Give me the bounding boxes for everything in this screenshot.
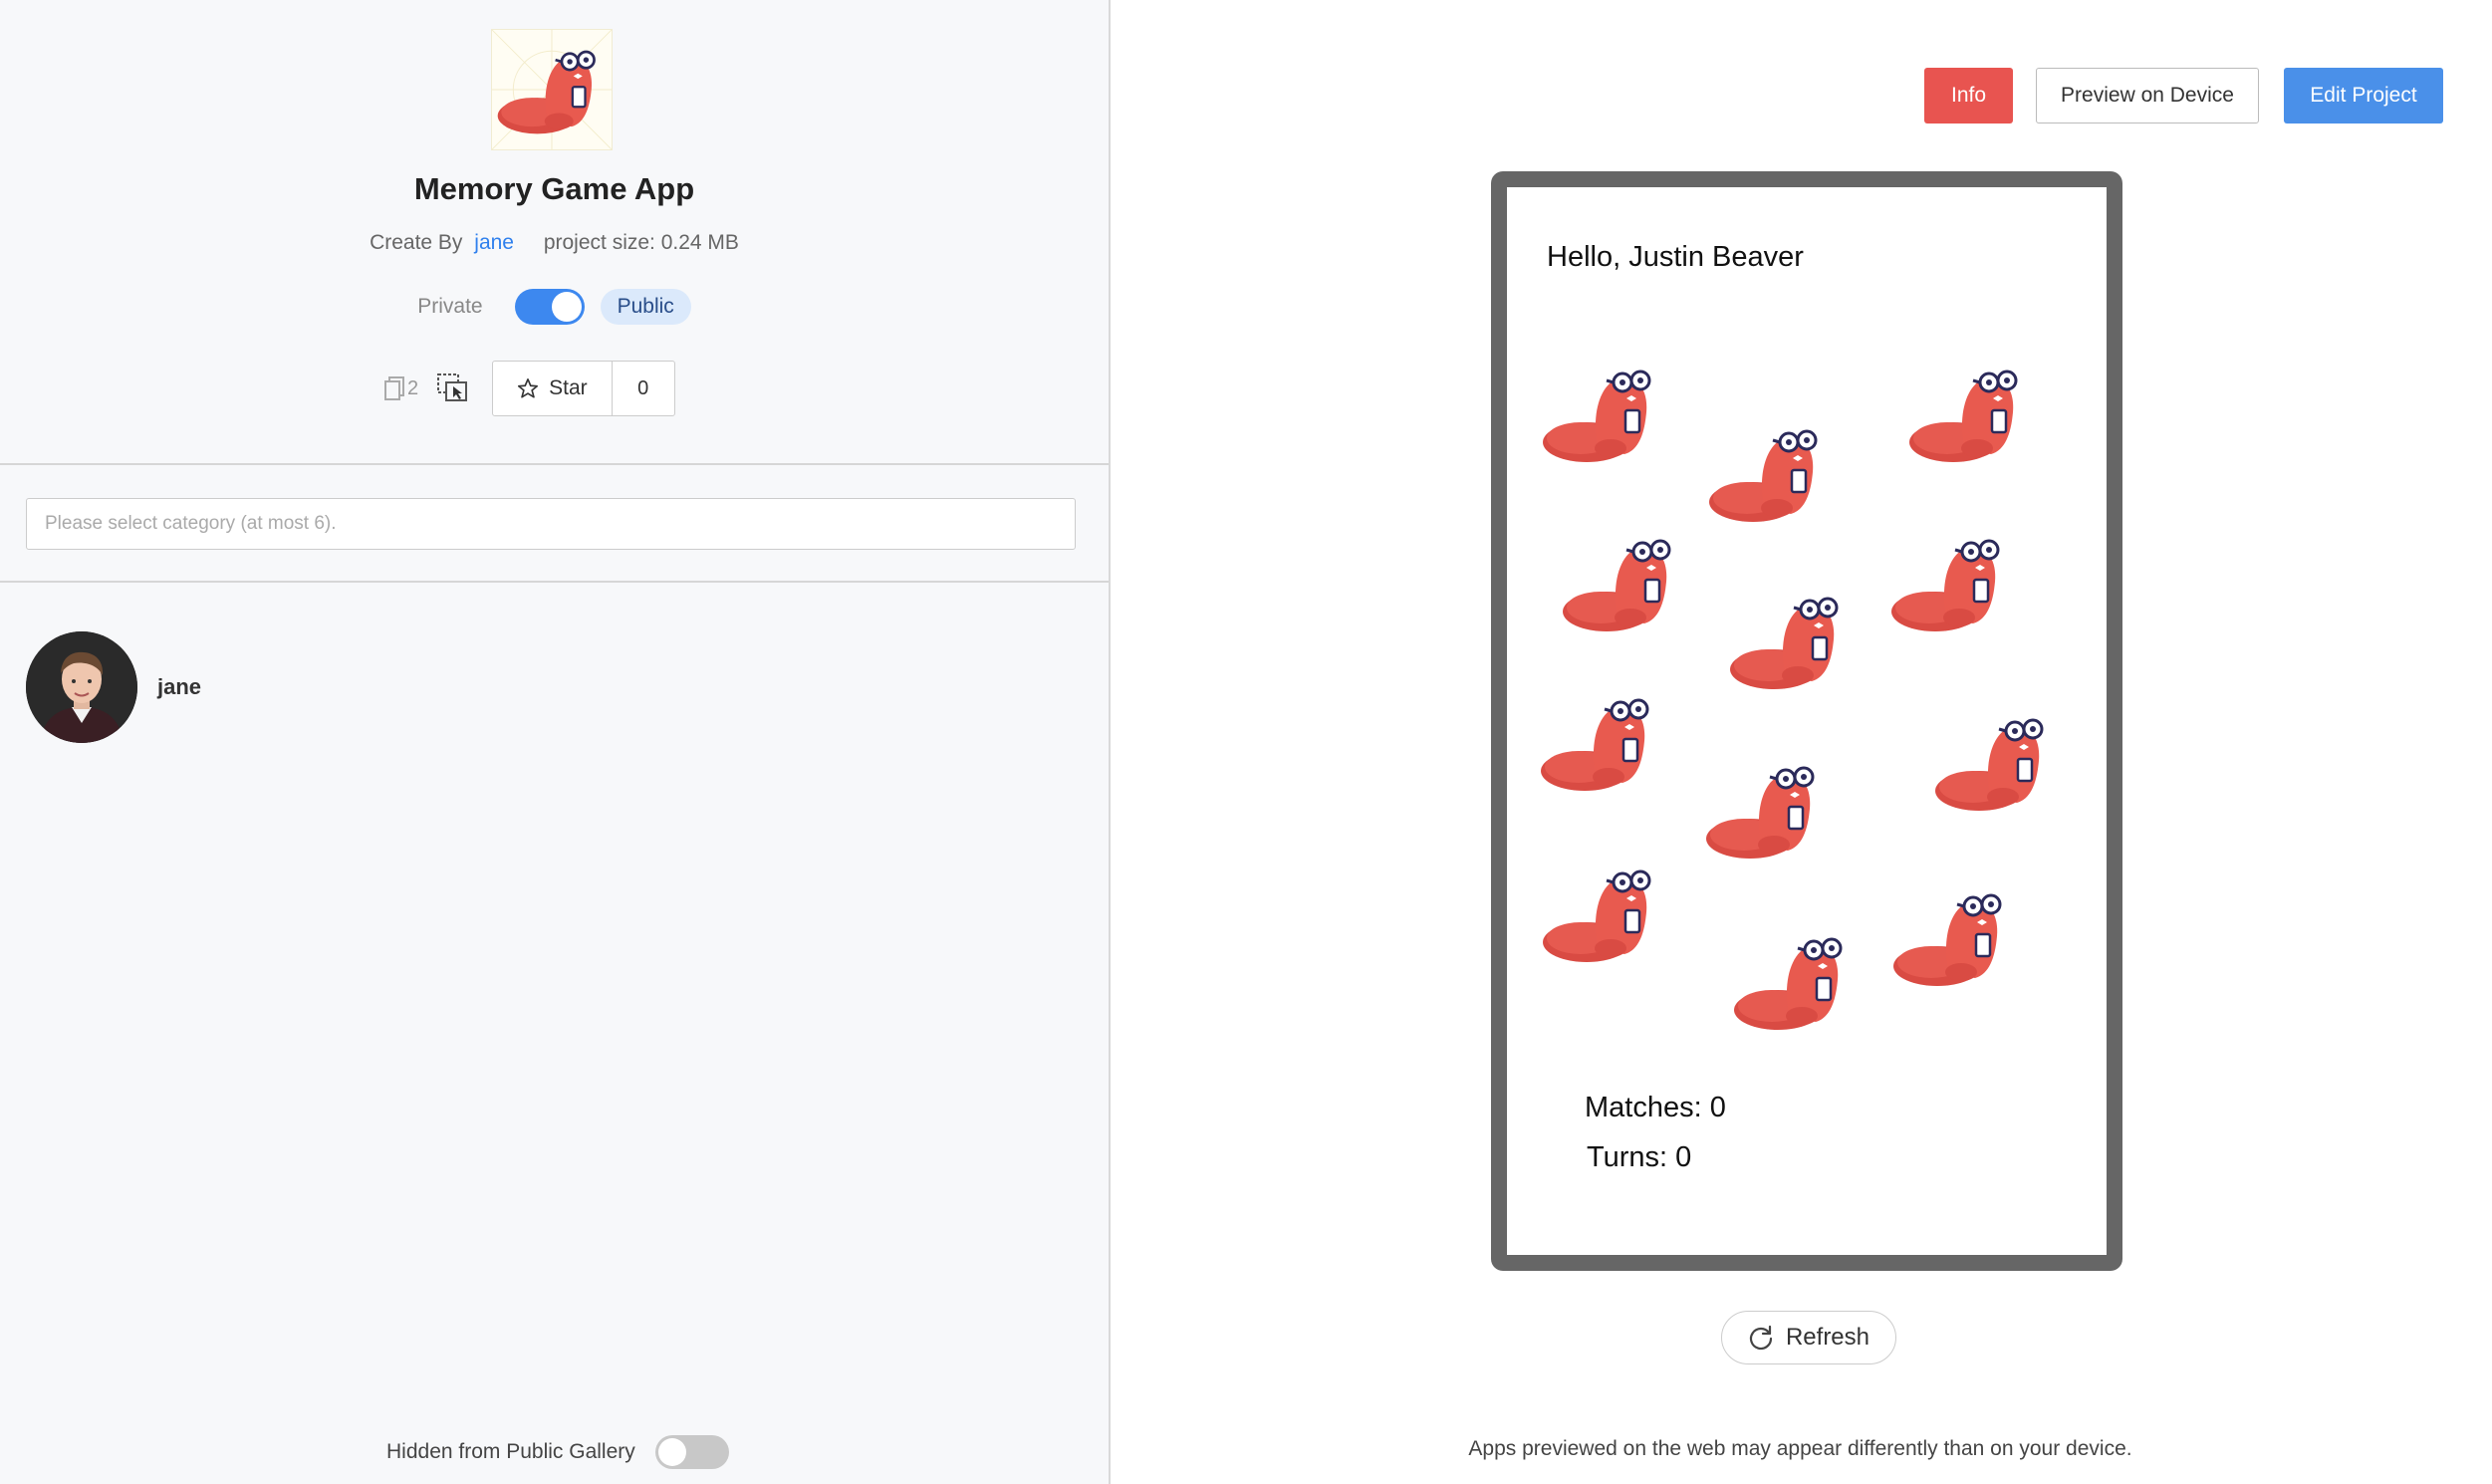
copies-counter[interactable]: 2 bbox=[383, 375, 418, 401]
beaver-icon bbox=[1907, 359, 2031, 468]
visibility-control: Private Public bbox=[0, 289, 1109, 325]
beaver-icon bbox=[1889, 528, 2013, 637]
beaver-icon bbox=[1707, 418, 1831, 528]
star-label: Star bbox=[549, 376, 588, 399]
preview-on-device-button[interactable]: Preview on Device bbox=[2036, 68, 2259, 124]
category-select-input[interactable] bbox=[26, 498, 1076, 550]
greeting-text: Hello, Justin Beaver bbox=[1547, 241, 1804, 273]
memory-card[interactable] bbox=[1907, 359, 2031, 468]
edit-project-button[interactable]: Edit Project bbox=[2284, 68, 2443, 124]
private-label: Private bbox=[417, 295, 483, 318]
beaver-icon bbox=[1704, 755, 1828, 865]
memory-card[interactable] bbox=[1732, 926, 1856, 1036]
refresh-icon bbox=[1749, 1325, 1773, 1351]
project-size: project size: 0.24 MB bbox=[543, 231, 739, 254]
toggle-knob bbox=[551, 292, 582, 322]
beaver-icon bbox=[1539, 687, 1662, 797]
project-meta: Create By jane project size: 0.24 MB bbox=[0, 231, 1109, 255]
memory-card[interactable] bbox=[1891, 882, 2015, 992]
memory-card[interactable] bbox=[1728, 586, 1852, 695]
beaver-icon bbox=[1541, 359, 1664, 468]
memory-card[interactable] bbox=[1707, 418, 1831, 528]
public-badge: Public bbox=[600, 289, 691, 325]
copies-count: 2 bbox=[407, 376, 419, 399]
remix-button[interactable] bbox=[436, 372, 470, 404]
project-actions: 2 Star 0 bbox=[383, 361, 675, 416]
preview-disclaimer: Apps previewed on the web may appear dif… bbox=[1468, 1437, 2132, 1460]
beaver-icon bbox=[1732, 926, 1856, 1036]
visibility-toggle[interactable] bbox=[514, 289, 585, 325]
turns-counter: Turns: 0 bbox=[1587, 1141, 1692, 1173]
beaver-icon bbox=[1891, 882, 2015, 992]
toggle-knob bbox=[657, 1438, 686, 1466]
beaver-icon bbox=[491, 29, 613, 150]
star-count: 0 bbox=[637, 376, 649, 399]
memory-card[interactable] bbox=[1541, 859, 1664, 968]
star-button[interactable]: Star bbox=[493, 362, 613, 415]
star-icon bbox=[518, 378, 539, 398]
app-thumbnail bbox=[491, 29, 613, 150]
project-info-panel: Memory Game App Create By jane project s… bbox=[0, 0, 1111, 1484]
phone-preview: Hello, Justin Beaver Matches: 0 Turns: 0 bbox=[1491, 171, 2122, 1271]
beaver-icon bbox=[1541, 859, 1664, 968]
memory-card[interactable] bbox=[1933, 707, 2057, 817]
beaver-icon bbox=[1933, 707, 2057, 817]
beaver-icon bbox=[1728, 586, 1852, 695]
author-link[interactable]: jane bbox=[474, 231, 514, 254]
avatar bbox=[26, 631, 137, 743]
author-name: jane bbox=[157, 674, 202, 699]
refresh-label: Refresh bbox=[1785, 1324, 1870, 1351]
project-title: Memory Game App bbox=[413, 171, 695, 206]
remix-icon bbox=[437, 373, 468, 401]
author-photo bbox=[26, 631, 137, 743]
hidden-from-gallery-toggle[interactable] bbox=[654, 1435, 729, 1469]
divider bbox=[0, 463, 1109, 465]
memory-card[interactable] bbox=[1561, 528, 1684, 637]
memory-card[interactable] bbox=[1889, 528, 2013, 637]
gallery-visibility: Hidden from Public Gallery bbox=[386, 1435, 729, 1469]
author-card[interactable]: jane bbox=[26, 631, 201, 743]
memory-card[interactable] bbox=[1539, 687, 1662, 797]
divider bbox=[0, 581, 1109, 583]
memory-card[interactable] bbox=[1541, 359, 1664, 468]
memory-card[interactable] bbox=[1704, 755, 1828, 865]
refresh-button[interactable]: Refresh bbox=[1721, 1311, 1896, 1364]
hidden-from-gallery-label: Hidden from Public Gallery bbox=[386, 1440, 635, 1463]
star-control: Star 0 bbox=[492, 361, 675, 416]
matches-counter: Matches: 0 bbox=[1585, 1092, 1726, 1123]
beaver-icon bbox=[1561, 528, 1684, 637]
created-by-label: Create By bbox=[370, 231, 463, 254]
copy-icon bbox=[384, 376, 404, 400]
info-button[interactable]: Info bbox=[1924, 68, 2013, 124]
